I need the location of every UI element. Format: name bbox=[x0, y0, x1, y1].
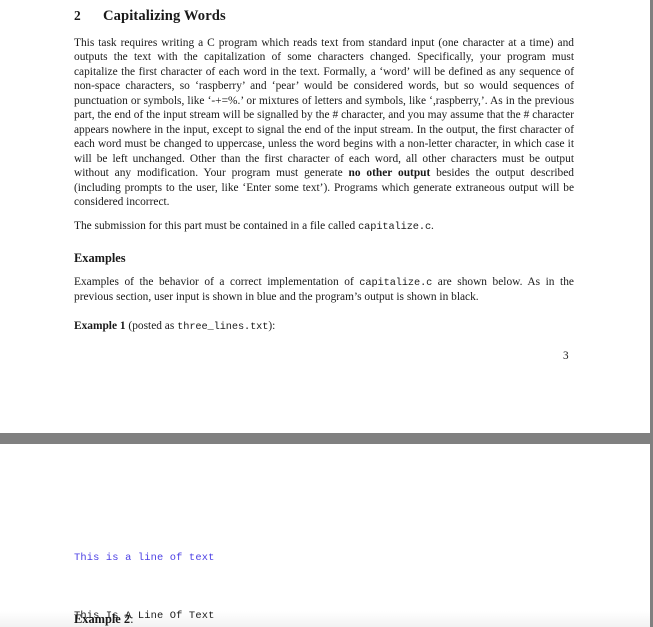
examples-paragraph-part-1: Examples of the behavior of a correct im… bbox=[74, 275, 360, 288]
capitalize-c-filename: capitalize.c bbox=[358, 221, 432, 234]
submission-paragraph-part-1: The submission for this part must be con… bbox=[74, 220, 359, 233]
example-2-caption: Example 2: bbox=[74, 612, 134, 627]
section-heading: 2 Capitalizing Words bbox=[74, 8, 574, 25]
document-page-4: This is a line of text This Is A Line Of… bbox=[0, 444, 650, 627]
page-number-3: 3 bbox=[563, 350, 569, 362]
example-1-label: Example 1 bbox=[74, 319, 126, 332]
example-2-label: Example 2 bbox=[74, 612, 131, 626]
transcript-input-text: This is a line of text bbox=[74, 552, 215, 564]
document-page-3: 2 Capitalizing Words This task requires … bbox=[0, 0, 650, 433]
pdf-viewer[interactable]: 2 Capitalizing Words This task requires … bbox=[0, 0, 653, 627]
example-1-suffix: ): bbox=[268, 319, 276, 332]
capitalize-c-reference: capitalize.c bbox=[359, 276, 433, 289]
page-3-content: 2 Capitalizing Words This task requires … bbox=[74, 8, 574, 334]
three-lines-txt-filename: three_lines.txt bbox=[177, 320, 269, 333]
intro-paragraph: This task requires writing a C program w… bbox=[74, 36, 574, 209]
page-separator-gap bbox=[0, 433, 653, 444]
examples-paragraph: Examples of the behavior of a correct im… bbox=[74, 275, 574, 305]
example-2-suffix: : bbox=[130, 612, 134, 626]
transcript-line: This is a line of text bbox=[74, 551, 393, 566]
examples-heading: Examples bbox=[74, 250, 126, 265]
example-1-prefix: (posted as bbox=[125, 319, 178, 332]
example-1-caption: Example 1 (posted as three_lines.txt): bbox=[74, 319, 574, 334]
section-number: 2 bbox=[74, 8, 81, 23]
section-title: Capitalizing Words bbox=[103, 8, 226, 24]
submission-paragraph: The submission for this part must be con… bbox=[74, 219, 574, 234]
no-other-output-emphasis: no other output bbox=[348, 167, 431, 180]
intro-paragraph-part-1: This task requires writing a C program w… bbox=[74, 37, 574, 180]
submission-paragraph-part-2: . bbox=[431, 220, 434, 233]
